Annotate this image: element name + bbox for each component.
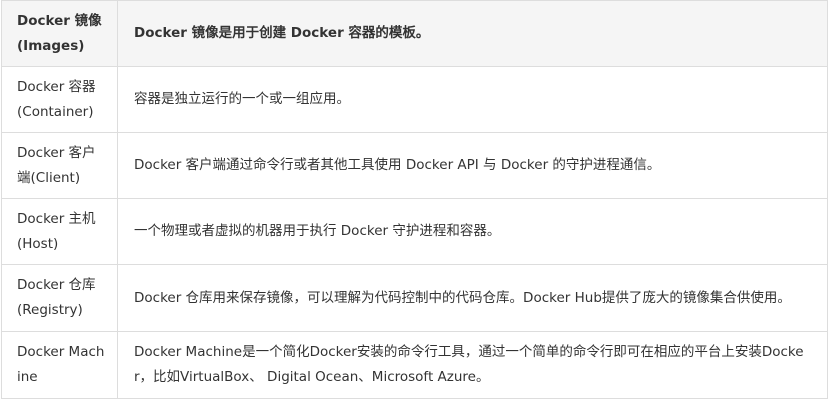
table-row: Docker 容器(Container) 容器是独立运行的一个或一组应用。 (1, 66, 828, 133)
term-cell: Docker 主机(Host) (1, 198, 118, 265)
table-header-row: Docker 镜像(Images) Docker 镜像是用于创建 Docker … (1, 0, 828, 67)
description-cell: 容器是独立运行的一个或一组应用。 (117, 66, 828, 133)
table-row: Docker 主机(Host) 一个物理或者虚拟的机器用于执行 Docker 守… (1, 198, 828, 265)
term-cell: Docker 镜像(Images) (1, 0, 118, 67)
table-row: Docker Machine Docker Machine是一个简化Docker… (1, 331, 828, 399)
table-row: Docker 客户端(Client) Docker 客户端通过命令行或者其他工具… (1, 132, 828, 199)
description-cell: 一个物理或者虚拟的机器用于执行 Docker 守护进程和容器。 (117, 198, 828, 265)
docker-concepts-table: Docker 镜像(Images) Docker 镜像是用于创建 Docker … (1, 0, 828, 399)
term-cell: Docker Machine (1, 331, 118, 399)
description-cell: Docker Machine是一个简化Docker安装的命令行工具，通过一个简单… (117, 331, 828, 399)
term-cell: Docker 容器(Container) (1, 66, 118, 133)
description-cell: Docker 客户端通过命令行或者其他工具使用 Docker API 与 Doc… (117, 132, 828, 199)
description-cell: Docker 镜像是用于创建 Docker 容器的模板。 (117, 0, 828, 67)
term-cell: Docker 客户端(Client) (1, 132, 118, 199)
table-row: Docker 仓库(Registry) Docker 仓库用来保存镜像，可以理解… (1, 264, 828, 332)
description-cell: Docker 仓库用来保存镜像，可以理解为代码控制中的代码仓库。Docker H… (117, 264, 828, 332)
term-cell: Docker 仓库(Registry) (1, 264, 118, 332)
